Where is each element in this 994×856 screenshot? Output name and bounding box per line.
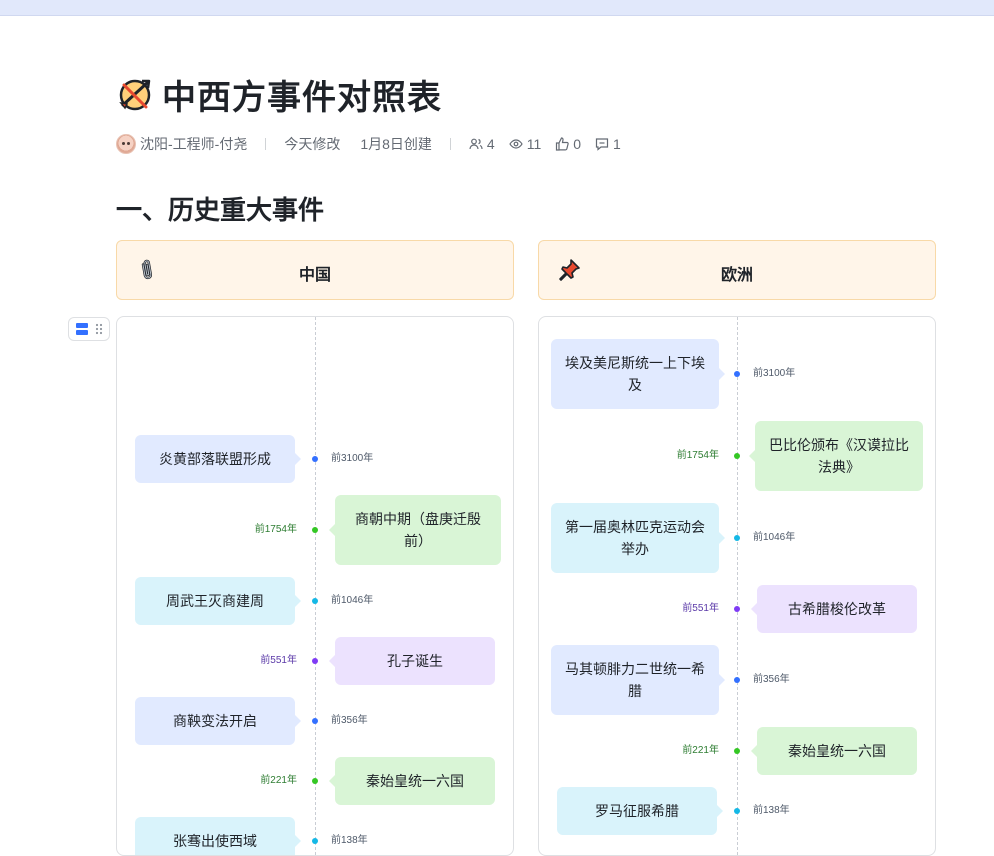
- timeline-block-icon: [76, 323, 88, 335]
- timeline-event-card[interactable]: 埃及美尼斯统一上下埃及: [551, 339, 725, 409]
- timeline-date: 前551年: [682, 603, 719, 614]
- timeline-dot: [734, 535, 740, 541]
- timeline-china[interactable]: 炎黄部落联盟形成 前3100年 商朝中期（盘庚迁殷前） 前1754年 周武王灭商建周 前1…: [116, 316, 514, 856]
- timeline-date: 前1046年: [753, 532, 796, 543]
- timeline-event-card[interactable]: 罗马征服希腊: [557, 787, 723, 835]
- timeline-event-card[interactable]: 巴比伦颁布《汉谟拉比法典》: [749, 421, 923, 491]
- timeline-event-card[interactable]: 炎黄部落联盟形成: [135, 435, 301, 483]
- divider: [449, 138, 451, 150]
- column-title: 中国: [298, 267, 331, 284]
- timeline-dot: [734, 808, 740, 814]
- timeline-event-card[interactable]: 孔子诞生: [329, 637, 495, 685]
- column-header-china: 中国: [116, 240, 514, 300]
- comments-stat[interactable]: 1: [595, 136, 621, 152]
- timeline-dot: [312, 527, 318, 533]
- people-icon: [469, 138, 483, 150]
- page-title-row: 中西方事件对照表: [116, 72, 442, 117]
- created-time: 1月8日创建: [360, 136, 432, 152]
- doc-meta: 沈阳-工程师-付尧 今天修改 1月8日创建 4 11 0 1: [116, 134, 635, 154]
- eye-icon: [509, 139, 523, 149]
- timeline-date: 前221年: [682, 745, 719, 756]
- timeline-date: 前1754年: [254, 524, 297, 535]
- timeline-date: 前356年: [331, 715, 368, 726]
- likes-stat[interactable]: 0: [555, 136, 581, 152]
- timeline-dot: [734, 371, 740, 377]
- timeline-dot: [312, 658, 318, 664]
- timeline-event-card[interactable]: 周武王灭商建周: [135, 577, 301, 625]
- column-header-europe: 欧洲: [538, 240, 936, 300]
- views-stat: 11: [509, 136, 541, 152]
- column-title: 欧洲: [720, 267, 753, 284]
- block-handle[interactable]: [68, 317, 110, 341]
- modified-time: 今天修改: [284, 136, 341, 152]
- timeline-dot: [734, 677, 740, 683]
- timeline-date: 前221年: [260, 775, 297, 786]
- timeline-dot: [734, 748, 740, 754]
- timeline-date: 前1046年: [331, 595, 374, 606]
- timeline-dot: [312, 778, 318, 784]
- comment-icon: [595, 138, 609, 151]
- timeline-event-card[interactable]: 张骞出使西域: [135, 817, 301, 855]
- collaborators-stat[interactable]: 4: [469, 136, 495, 152]
- drag-handle-icon: [95, 323, 103, 335]
- divider: [265, 138, 267, 150]
- timeline-date: 前551年: [260, 655, 297, 666]
- timeline-dot: [312, 838, 318, 844]
- timeline-dot: [734, 453, 740, 459]
- timeline-date: 前138年: [331, 835, 368, 846]
- timeline-dot: [312, 456, 318, 462]
- page-title: 中西方事件对照表: [162, 78, 442, 117]
- timeline-date: 前3100年: [753, 368, 796, 379]
- timeline-dot: [734, 606, 740, 612]
- timeline-event-card[interactable]: 商鞅变法开启: [135, 697, 301, 745]
- timeline-dot: [312, 598, 318, 604]
- timeline-event-card[interactable]: 马其顿腓力二世统一希腊: [551, 645, 725, 715]
- timeline-date: 前356年: [753, 674, 790, 685]
- avatar[interactable]: [116, 134, 136, 154]
- timeline-date: 前3100年: [331, 453, 374, 464]
- top-banner: [0, 0, 994, 16]
- section-heading: 一、历史重大事件: [116, 195, 325, 225]
- timeline-europe[interactable]: 埃及美尼斯统一上下埃及 前3100年巴比伦颁布《汉谟拉比法典》 前1754年第一届奥…: [538, 316, 936, 856]
- timeline-event-card[interactable]: 秦始皇统一六国: [751, 727, 917, 775]
- timeline-date: 前138年: [753, 805, 790, 816]
- timeline-event-card[interactable]: 古希腊梭伦改革: [751, 585, 917, 633]
- bow-and-arrow-icon: [119, 79, 151, 111]
- thumbs-up-icon: [556, 137, 569, 151]
- timeline-event-card[interactable]: 秦始皇统一六国: [329, 757, 495, 805]
- timeline-date: 前1754年: [676, 450, 719, 461]
- timeline-event-card[interactable]: 商朝中期（盘庚迁殷前）: [329, 495, 501, 565]
- timeline-axis: [737, 317, 738, 855]
- timeline-event-card[interactable]: 第一届奥林匹克运动会举办: [551, 503, 725, 573]
- timeline-dot: [312, 718, 318, 724]
- timeline-axis: [315, 317, 316, 855]
- author-name[interactable]: 沈阳-工程师-付尧: [140, 134, 247, 154]
